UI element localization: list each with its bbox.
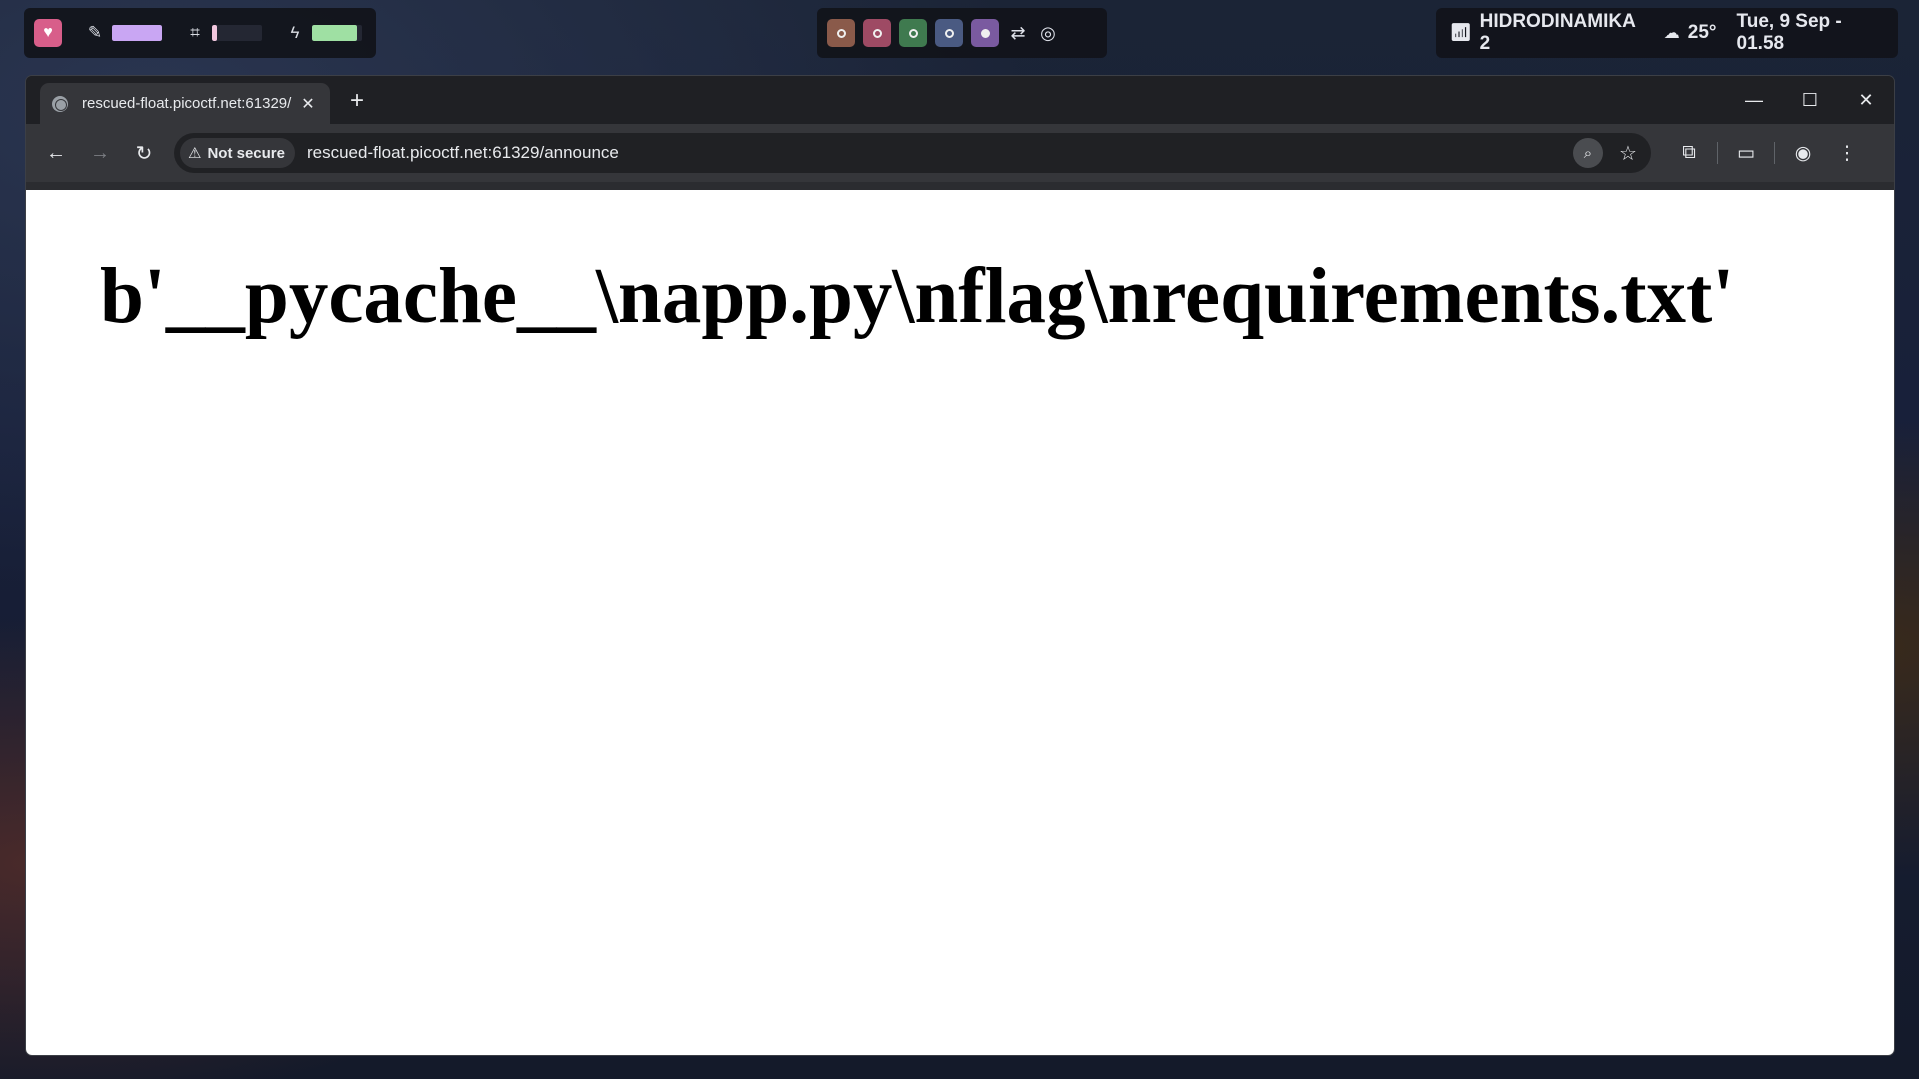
toolbar-divider (1774, 142, 1775, 164)
omnibox-actions: ⌕ ☆ (1573, 133, 1643, 173)
pencil-icon: ✎ (87, 23, 103, 42)
extensions-icon[interactable]: ⧉ (1667, 142, 1711, 164)
menu-dots-icon[interactable]: ⋮ (1825, 142, 1869, 165)
cpu-icon: ⌗ (190, 23, 200, 42)
memory-bar (112, 25, 162, 41)
window-controls: ― ☐ ✕ (1726, 76, 1894, 124)
browser-window: rescued-float.picoctf.net:61329/ ✕ + ― ☐… (26, 76, 1894, 1055)
warning-icon: ⚠ (188, 145, 202, 162)
reload-button[interactable]: ↻ (122, 135, 166, 171)
new-tab-button[interactable]: + (342, 86, 372, 116)
swap-arrows-icon[interactable]: ⇄ (1007, 23, 1029, 44)
workspace-panel: ⇄ ◎ (817, 8, 1107, 58)
workspace-1-button[interactable] (827, 19, 855, 47)
bookmark-star-icon[interactable]: ☆ (1613, 141, 1643, 166)
tab-title: rescued-float.picoctf.net:61329/ (82, 95, 292, 112)
tab-close-icon[interactable]: ✕ (298, 94, 318, 114)
zoom-icon[interactable]: ⌕ (1573, 138, 1603, 168)
close-window-button[interactable]: ✕ (1838, 76, 1894, 124)
address-bar[interactable]: ⚠ Not secure rescued-float.picoctf.net:6… (174, 133, 1651, 173)
tab-strip: rescued-float.picoctf.net:61329/ ✕ + ― ☐… (26, 76, 1894, 124)
security-label: Not secure (207, 144, 285, 162)
maximize-button[interactable]: ☐ (1782, 76, 1838, 124)
toolbar-actions: ⧉ ▭ ◉ ⋮ (1667, 133, 1869, 173)
globe-icon (52, 95, 68, 112)
battery-stat: ϟ (286, 23, 362, 43)
memory-stat: ✎ (86, 23, 162, 43)
cpu-stat: ⌗ (186, 23, 262, 43)
cloud-icon: ☁ (1663, 25, 1680, 42)
url-text[interactable]: rescued-float.picoctf.net:61329/announce (307, 143, 619, 163)
chrome-icon[interactable]: ◎ (1037, 23, 1059, 44)
forward-button[interactable]: → (78, 135, 122, 171)
back-button[interactable]: ← (34, 135, 78, 171)
page-content: b'__pycache__\napp.py\nflag\nrequirement… (26, 190, 1894, 1055)
workspace-2-button[interactable] (863, 19, 891, 47)
wifi-icon[interactable]: 📶︎ (1450, 23, 1472, 43)
workspace-3-button[interactable] (899, 19, 927, 47)
cast-search-icon[interactable]: ▭ (1724, 142, 1768, 165)
datetime[interactable]: Tue, 9 Sep - 01.58 (1737, 11, 1888, 55)
minimize-button[interactable]: ― (1726, 76, 1782, 124)
workspace-4-button[interactable] (935, 19, 963, 47)
battery-bar (312, 25, 362, 41)
cpu-bar (212, 25, 262, 41)
toolbar-divider (1717, 142, 1718, 164)
tab-active[interactable]: rescued-float.picoctf.net:61329/ ✕ (40, 83, 330, 124)
temperature: 25° (1687, 22, 1717, 43)
network-name[interactable]: HIDRODINAMIKA 2 (1480, 11, 1644, 55)
workspace-5-button[interactable] (971, 19, 999, 47)
status-panel-left: ♥ ✎ ⌗ ϟ (24, 8, 376, 58)
page-heading: b'__pycache__\napp.py\nflag\nrequirement… (100, 253, 1735, 340)
lightning-icon: ϟ (290, 23, 300, 42)
heart-icon[interactable]: ♥ (34, 19, 62, 47)
browser-toolbar: ← → ↻ ⚠ Not secure rescued-float.picoctf… (26, 124, 1894, 182)
security-chip[interactable]: ⚠ Not secure (180, 138, 295, 168)
status-panel-right: 📶︎ HIDRODINAMIKA 2 ☁ 25° Tue, 9 Sep - 01… (1436, 8, 1898, 58)
toolbar-bottom-edge (26, 182, 1894, 190)
profile-icon[interactable]: ◉ (1781, 142, 1825, 165)
